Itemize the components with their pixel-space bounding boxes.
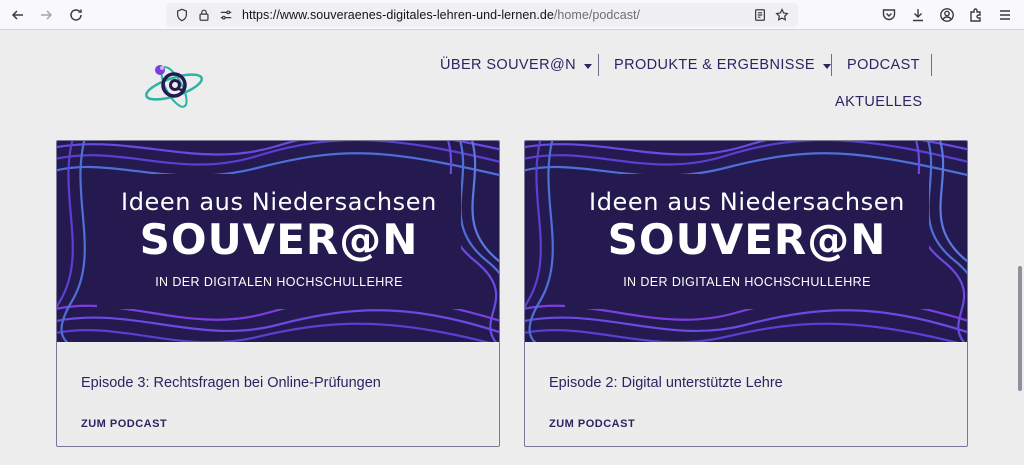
- caret-down-icon: [583, 63, 592, 69]
- podcast-card[interactable]: Ideen aus Niedersachsen SOUVER@N IN DER …: [56, 140, 500, 447]
- pocket-icon[interactable]: [879, 5, 899, 25]
- permissions-icon[interactable]: [218, 7, 234, 23]
- nav-item-aktuelles[interactable]: AKTUELLES: [835, 94, 922, 110]
- nav-label: AKTUELLES: [835, 94, 923, 110]
- shield-icon[interactable]: [174, 7, 190, 23]
- url-path: /home/podcast/: [553, 8, 641, 22]
- cover-subtitle: Ideen aus Niedersachsen: [121, 188, 437, 216]
- caret-down-icon: [822, 63, 831, 69]
- podcast-card[interactable]: Ideen aus Niedersachsen SOUVER@N IN DER …: [524, 140, 968, 447]
- bookmark-star-icon[interactable]: [774, 7, 790, 23]
- browser-toolbar: https://www.souveraenes-digitales-lehren…: [0, 0, 1024, 30]
- cover-title: SOUVER@N: [607, 215, 887, 264]
- nav-label: PRODUKTE & ERGEBNISSE: [614, 57, 815, 73]
- url-host: https://www.souveraenes-digitales-lehren…: [242, 8, 554, 22]
- souveran-logo[interactable]: [141, 56, 207, 118]
- url-text[interactable]: https://www.souveraenes-digitales-lehren…: [242, 8, 640, 22]
- extensions-icon[interactable]: [966, 5, 986, 25]
- cover-title: SOUVER@N: [139, 215, 419, 264]
- podcast-cover-image[interactable]: Ideen aus Niedersachsen SOUVER@N IN DER …: [525, 141, 967, 342]
- episode-title[interactable]: Episode 2: Digital unterstützte Lehre: [549, 375, 783, 391]
- cover-tagline: IN DER DIGITALEN HOCHSCHULLEHRE: [155, 275, 403, 289]
- reload-icon[interactable]: [66, 5, 86, 25]
- zum-podcast-link[interactable]: ZUM PODCAST: [549, 418, 635, 430]
- nav-divider: [598, 54, 599, 76]
- cover-tagline: IN DER DIGITALEN HOCHSCHULLEHRE: [623, 275, 871, 289]
- lock-icon[interactable]: [196, 7, 212, 23]
- nav-divider: [931, 54, 932, 76]
- page-content: ÜBER SOUVER@N PRODUKTE & ERGEBNISSE PODC…: [0, 31, 1024, 465]
- nav-item-podcast[interactable]: PODCAST: [847, 57, 920, 73]
- scrollbar-thumb[interactable]: [1018, 266, 1022, 391]
- account-icon[interactable]: [937, 5, 957, 25]
- download-icon[interactable]: [908, 5, 928, 25]
- reader-view-icon[interactable]: [752, 7, 768, 23]
- forward-icon[interactable]: [36, 5, 56, 25]
- back-icon[interactable]: [8, 5, 28, 25]
- nav-item-ueber-souveran[interactable]: ÜBER SOUVER@N: [440, 57, 592, 73]
- nav-label: PODCAST: [847, 57, 920, 73]
- zum-podcast-link[interactable]: ZUM PODCAST: [81, 418, 167, 430]
- nav-divider: [831, 54, 832, 76]
- nav-item-produkte-ergebnisse[interactable]: PRODUKTE & ERGEBNISSE: [614, 57, 831, 73]
- menu-icon[interactable]: [995, 5, 1015, 25]
- cover-subtitle: Ideen aus Niedersachsen: [589, 188, 905, 216]
- episode-title[interactable]: Episode 3: Rechtsfragen bei Online-Prüfu…: [81, 375, 381, 391]
- url-bar[interactable]: https://www.souveraenes-digitales-lehren…: [166, 3, 798, 27]
- podcast-cover-image[interactable]: Ideen aus Niedersachsen SOUVER@N IN DER …: [57, 141, 499, 342]
- nav-label: ÜBER SOUVER@N: [440, 57, 576, 73]
